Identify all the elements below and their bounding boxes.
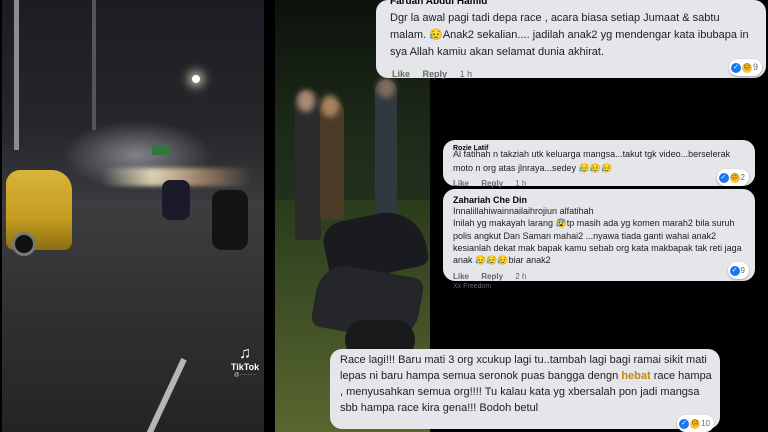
blurred-face	[297, 90, 315, 112]
reaction-count: 2	[740, 173, 745, 182]
reply-button[interactable]: Reply	[481, 179, 503, 188]
reply-button[interactable]: Reply	[423, 69, 448, 79]
street-pole	[14, 0, 19, 150]
comment-time[interactable]: 2 h	[515, 272, 526, 281]
sad-face-icon: ☹	[690, 418, 701, 429]
reply-button[interactable]: Reply	[481, 272, 503, 281]
reactions-badge[interactable]: ✓ ☹ 10	[677, 415, 714, 432]
tiktok-watermark: ♫ TikTok @··········	[227, 345, 263, 379]
tiktok-handle: @··········	[234, 372, 256, 378]
motorcycle	[212, 190, 248, 250]
tiktok-brand: TikTok	[230, 362, 260, 372]
comment-author[interactable]: Xx Freedom	[453, 283, 491, 290]
comment-card: Rozie Latif Al fatihah n takziah utk kel…	[443, 140, 755, 188]
road-sign	[152, 145, 170, 155]
comment-actions: Like Reply 2 h	[453, 269, 536, 284]
comment-time[interactable]: 1 h	[460, 69, 473, 79]
street-pole	[92, 0, 96, 130]
highlighted-word: hebat	[621, 370, 651, 382]
person	[295, 90, 321, 240]
motorcycle	[162, 180, 190, 220]
blurred-face	[321, 95, 339, 117]
sad-face-icon: ☹	[729, 172, 740, 183]
comment-text: Al fatihah n takziah utk keluarga mangsa…	[453, 149, 731, 173]
reactions-badge[interactable]: ✓ 9	[727, 262, 749, 279]
comment-author[interactable]: Fardan Abdul Hamid	[390, 0, 487, 9]
thumbs-up-icon: ✓	[679, 418, 690, 429]
tiktok-logo-icon: ♫	[239, 345, 251, 362]
comment-text: Dgr la awal pagi tadi depa race , acara …	[390, 12, 749, 58]
thumbs-up-icon: ✓	[718, 172, 729, 183]
reactions-badge[interactable]: ✓ ☹ 9	[728, 59, 762, 76]
yellow-car	[6, 170, 72, 256]
street-light	[192, 75, 200, 83]
like-button[interactable]: Like	[453, 179, 469, 188]
thumbs-up-icon: ✓	[729, 265, 740, 276]
like-button[interactable]: Like	[392, 69, 410, 79]
tiktok-video-frame: ♫ TikTok @··········	[2, 0, 264, 432]
comment-card: Fardan Abdul Hamid Dgr la awal pagi tadi…	[376, 0, 766, 79]
sad-face-icon: ☹	[741, 62, 752, 73]
person	[375, 80, 397, 220]
comment-time[interactable]: 1 h	[515, 179, 526, 188]
comment-actions: Like Reply 1 h	[392, 67, 482, 82]
reaction-count: 9	[752, 62, 758, 72]
person	[320, 100, 344, 220]
like-button[interactable]: Like	[453, 272, 469, 281]
comment-card: Zahariah Che Din Innalillahiwainnailaihr…	[443, 189, 755, 281]
reactions-badge[interactable]: ✓ ☹ 2	[716, 169, 749, 186]
comment-card: Race lagi!!! Baru mati 3 org xcukup lagi…	[330, 349, 720, 432]
reaction-count: 10	[701, 419, 710, 428]
comment-text: Race lagi!!! Baru mati 3 org xcukup lagi…	[340, 352, 715, 416]
reaction-count: 9	[740, 266, 745, 275]
thumbs-up-icon: ✓	[730, 62, 741, 73]
comment-text: Innalillahiwainnailaihrojiun alfatihah I…	[453, 206, 742, 266]
